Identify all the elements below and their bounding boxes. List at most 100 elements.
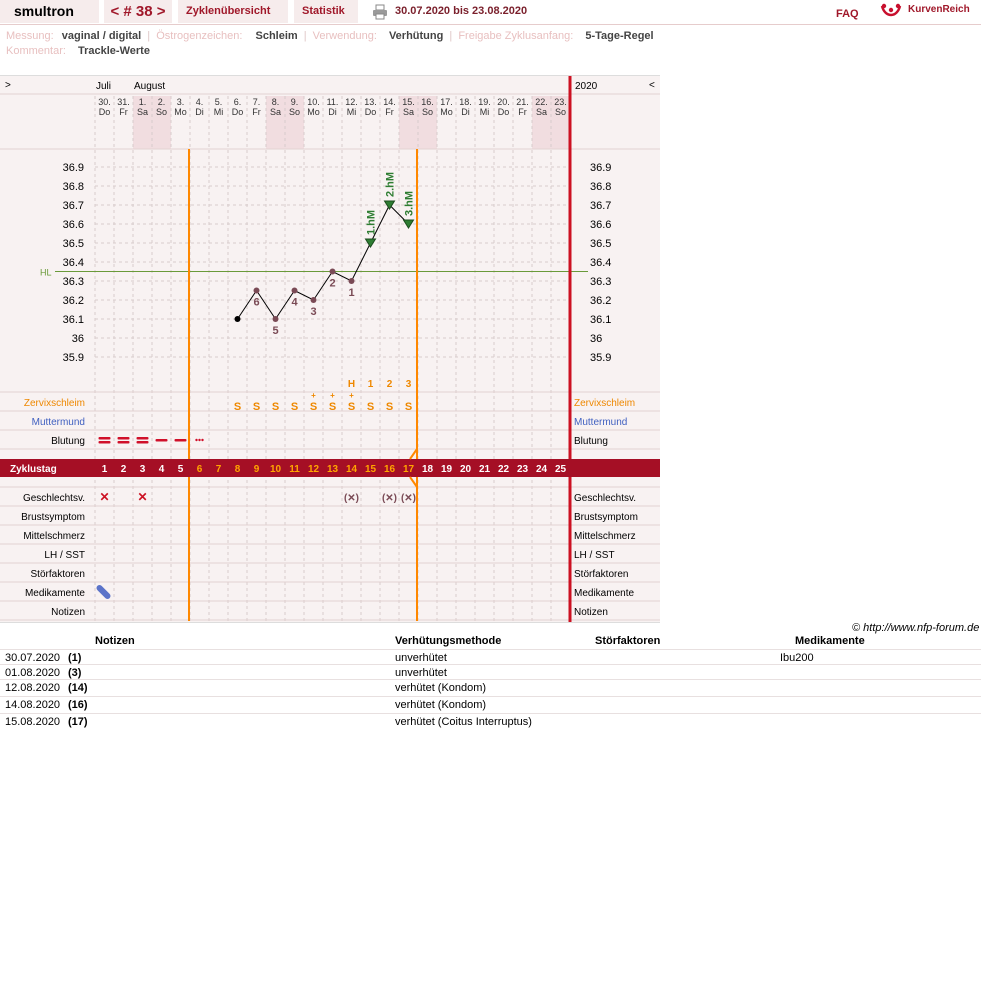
weekday: Sa (270, 107, 281, 117)
top-navigation-bar: smultron < # 38 > Zyklenübersicht Statis… (0, 0, 981, 25)
row-label-right-zervixschleim: Zervixschleim (574, 398, 635, 409)
separator: | (449, 30, 453, 42)
cycle-navigation[interactable]: < # 38 > (104, 0, 172, 23)
tab-cycle-overview[interactable]: Zyklenübersicht (178, 0, 288, 23)
temp-tick-right: 35.9 (590, 352, 611, 364)
temp-tick-left: 36.1 (63, 314, 84, 326)
row-label-muttermund: Muttermund (32, 417, 85, 428)
weekday: Do (498, 107, 510, 117)
weekday: Sa (536, 107, 547, 117)
temp-tick-left: 36.2 (63, 295, 84, 307)
intercourse-mark: (✕) (401, 493, 416, 504)
higher-measurement-marker (402, 219, 415, 229)
separator: | (147, 30, 151, 42)
date-number: 10. (307, 97, 320, 107)
bleeding-mark (136, 441, 149, 444)
bleeding-mark (174, 439, 187, 442)
temperature-count-label: 3 (310, 306, 316, 318)
intercourse-mark: (✕) (382, 493, 397, 504)
cycle-day-number: 16 (384, 464, 396, 475)
messung-value: vaginal / digital (61, 30, 142, 42)
row-label-medikamente: Medikamente (25, 588, 85, 599)
intercourse-mark: ✕ (137, 490, 147, 504)
weekday: Do (99, 107, 111, 117)
cycle-day-number: 6 (197, 464, 203, 475)
row-cycle-day: (14) (68, 682, 88, 694)
temp-tick-left: 36.5 (63, 238, 84, 250)
faq-link[interactable]: FAQ (836, 8, 859, 20)
cycle-day-number: 1 (102, 464, 108, 475)
weekday: Sa (137, 107, 148, 117)
date-number: 21. (516, 97, 529, 107)
weekday: Di (195, 107, 204, 117)
verwendung-value: Verhütung (388, 30, 444, 42)
date-number: 8. (272, 97, 280, 107)
spotting-mark (201, 438, 204, 442)
oestrogen-value: Schleim (255, 30, 298, 42)
cycle-day-number: 23 (517, 464, 529, 475)
bleeding-mark (117, 441, 130, 444)
row-label-stoerfaktoren: Störfaktoren (31, 569, 85, 580)
intercourse-mark: ✕ (99, 490, 109, 504)
mucus-mark: S (348, 401, 355, 413)
temp-tick-right: 36.3 (590, 276, 611, 288)
meta-line-1: Messung: vaginal / digital | Östrogenzei… (6, 30, 654, 42)
temp-tick-right: 36.8 (590, 181, 611, 193)
mucus-mark: S (234, 401, 241, 413)
date-number: 16. (421, 97, 434, 107)
mucus-plus-mark: + (349, 391, 354, 400)
date-number: 9. (291, 97, 299, 107)
temperature-count-label: 1 (348, 287, 354, 299)
temp-tick-left: 36 (72, 333, 84, 345)
year-label: 2020 (575, 81, 598, 92)
mucus-mark: S (329, 401, 336, 413)
row-label-mittelschmerz: Mittelschmerz (23, 531, 85, 542)
row-label-right-brustsymptom: Brustsymptom (574, 512, 638, 523)
row-date: 12.08.2020 (5, 682, 61, 694)
row-label-right-muttermund: Muttermund (574, 417, 627, 428)
verwendung-label: Verwendung: (312, 30, 377, 42)
printer-icon[interactable] (372, 4, 388, 23)
cycle-day-number: 17 (403, 464, 415, 475)
weekday: Mi (480, 107, 490, 117)
copyright-note: © http://www.nfp-forum.de (852, 622, 980, 634)
temperature-point (253, 287, 260, 294)
date-number: 4. (196, 97, 204, 107)
date-number: 1. (139, 97, 147, 107)
cycle-day-number: 2 (121, 464, 127, 475)
weekday: Mi (347, 107, 357, 117)
date-number: 6. (234, 97, 242, 107)
cycle-day-number: 5 (178, 464, 184, 475)
cycle-day-number: 9 (254, 464, 260, 475)
row-label-brustsymptom: Brustsymptom (21, 512, 85, 523)
kurvenreich-logo-icon[interactable] (880, 2, 902, 23)
meta-line-2: Kommentar: Trackle-Werte (6, 45, 150, 57)
messung-label: Messung: (6, 30, 54, 42)
mucus-mark: S (291, 401, 298, 413)
tab-statistics[interactable]: Statistik (294, 0, 358, 23)
bleeding-mark (117, 437, 130, 440)
username: smultron (0, 0, 99, 23)
row-label-blutung: Blutung (51, 436, 85, 447)
fertile-window-line-kink (409, 448, 418, 460)
medication-header: Medikamente (795, 635, 865, 647)
temperature-point (272, 316, 279, 322)
date-number: 14. (383, 97, 396, 107)
cycle-day-number: 19 (441, 464, 453, 475)
cycle-day-number: 10 (270, 464, 282, 475)
temperature-count-label: 6 (253, 297, 259, 309)
temp-tick-left: 36.7 (63, 200, 84, 212)
mucus-mark: S (272, 401, 279, 413)
date-number: 18. (459, 97, 472, 107)
row-label-right-lh-sst: LH / SST (574, 550, 615, 561)
date-number: 12. (345, 97, 358, 107)
row-method: verhütet (Kondom) (395, 682, 487, 694)
oestrogen-label: Östrogenzeichen: (156, 30, 243, 42)
temperature-point (291, 287, 298, 294)
intercourse-mark: (✕) (344, 493, 359, 504)
brand-name[interactable]: KurvenReich (908, 4, 970, 15)
bleeding-mark (155, 439, 168, 442)
weekday: Di (328, 107, 337, 117)
temperature-point (329, 268, 336, 275)
medication-pill-icon (96, 585, 111, 599)
